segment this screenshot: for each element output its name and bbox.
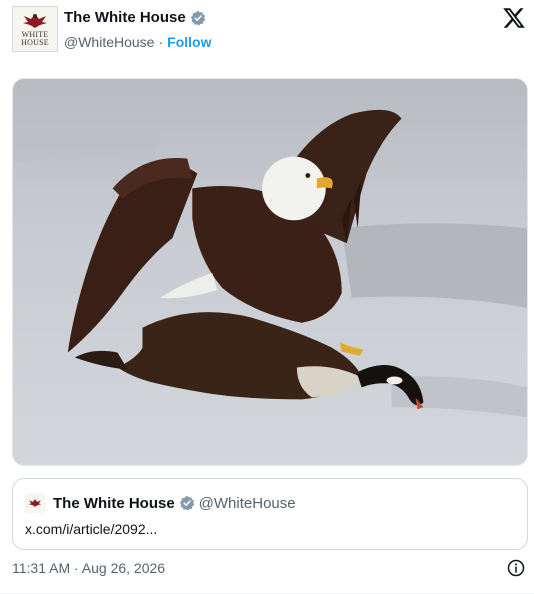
verified-badge-icon [190, 10, 205, 26]
quoted-avatar[interactable] [25, 493, 45, 513]
info-icon[interactable] [506, 558, 526, 578]
quoted-author-handle[interactable]: @WhiteHouse [199, 495, 296, 512]
author-name[interactable]: The White House [64, 9, 186, 26]
eagle-emblem-icon [28, 499, 42, 507]
author-handle[interactable]: @WhiteHouse [64, 34, 154, 50]
quoted-author-name[interactable]: The White House [53, 495, 175, 512]
avatar-wordmark-line2: HOUSE [21, 38, 49, 47]
avatar[interactable]: WHITE HOUSE [12, 6, 58, 52]
post-photo[interactable] [12, 78, 528, 466]
post-card: WHITE HOUSE The White House @WhiteHouse … [0, 0, 534, 594]
post-timestamp[interactable]: 11:31 AM · Aug 26, 2026 [12, 560, 165, 576]
eagle-goose-photo-icon [13, 79, 527, 465]
quoted-article-link[interactable]: x.com/i/article/2092... [25, 521, 157, 537]
eagle-emblem-icon [23, 14, 47, 28]
quoted-post-header: The White House @WhiteHouse [25, 493, 296, 513]
author-name-row: The White House [64, 9, 206, 26]
follow-button[interactable]: Follow [167, 34, 211, 50]
author-handle-row: @WhiteHouse · Follow [64, 34, 211, 50]
verified-badge-icon [179, 495, 194, 511]
separator-dot: · [158, 34, 164, 50]
x-logo-icon[interactable] [502, 6, 526, 30]
quoted-post-card[interactable]: The White House @WhiteHouse x.com/i/arti… [12, 478, 528, 550]
